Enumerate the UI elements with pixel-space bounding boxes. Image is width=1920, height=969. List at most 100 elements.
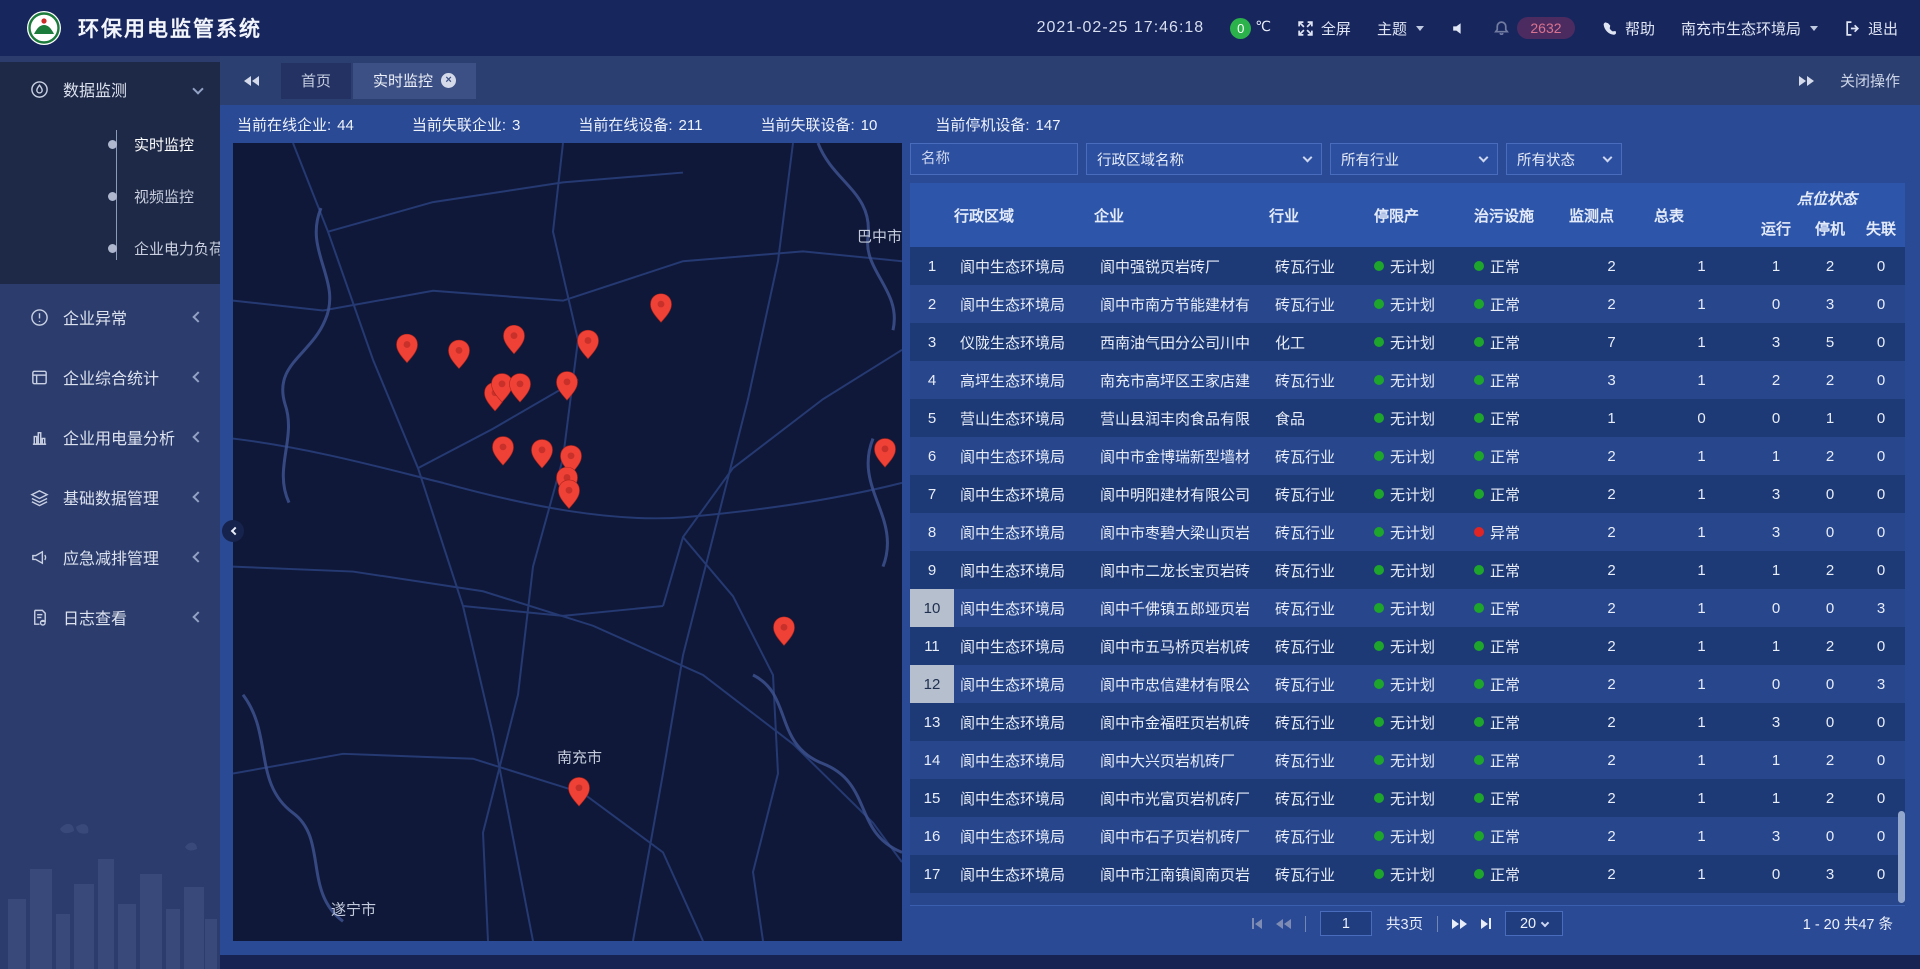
tab[interactable]: 首页 (281, 63, 351, 99)
stat-item: 当前失联设备:10 (760, 114, 877, 135)
status-dot-icon (1474, 869, 1484, 879)
org-dropdown[interactable]: 南充市生态环境局 (1681, 18, 1818, 39)
col-run: 运行 (1749, 209, 1803, 247)
notifications[interactable]: 2632 (1493, 17, 1575, 39)
page-number-input[interactable] (1320, 911, 1372, 936)
facility-status: 正常 (1474, 817, 1569, 855)
first-page-button[interactable] (1252, 918, 1262, 929)
sidebar-item[interactable]: 日志查看 (0, 590, 220, 644)
table-row[interactable]: 18 南部生态环境局 南部县砚化水泥有限公 建材加工 无计划 正常 5 0 0 … (910, 893, 1905, 905)
divider (1437, 916, 1438, 932)
speaker-button[interactable] (1450, 20, 1467, 37)
sidebar-item[interactable]: 企业用电量分析 (0, 410, 220, 464)
fullscreen-button[interactable]: 全屏 (1297, 18, 1351, 39)
theme-dropdown[interactable]: 主题 (1377, 18, 1424, 39)
table-row[interactable]: 7 阆中生态环境局 阆中明阳建材有限公司 砖瓦行业 无计划 正常 2 1 3 0… (910, 475, 1905, 513)
industry-select[interactable]: 所有行业 (1330, 143, 1498, 175)
status-dot-icon (1374, 831, 1384, 841)
col-index (910, 183, 954, 247)
table-row[interactable]: 15 阆中生态环境局 阆中市光富页岩机砖厂 砖瓦行业 无计划 正常 2 1 1 … (910, 779, 1905, 817)
table-row[interactable]: 17 阆中生态环境局 阆中市江南镇阆南页岩 砖瓦行业 无计划 正常 2 1 0 … (910, 855, 1905, 893)
table-row[interactable]: 9 阆中生态环境局 阆中市二龙长宝页岩砖 砖瓦行业 无计划 正常 2 1 1 2… (910, 551, 1905, 589)
row-number: 14 (910, 741, 954, 779)
row-number: 17 (910, 855, 954, 893)
table-row[interactable]: 8 阆中生态环境局 阆中市枣碧大梁山页岩 砖瓦行业 无计划 异常 2 1 3 0… (910, 513, 1905, 551)
facility-status: 正常 (1474, 665, 1569, 703)
first-page-icon (1255, 919, 1262, 929)
logout-button[interactable]: 退出 (1844, 18, 1898, 39)
row-number: 15 (910, 779, 954, 817)
temperature-unit: ℃ (1255, 18, 1271, 35)
table-row[interactable]: 3 仪陇生态环境局 西南油气田分公司川中 化工 无计划 正常 7 1 3 5 0 (910, 323, 1905, 361)
last-page-button[interactable] (1481, 918, 1491, 929)
sidebar-item[interactable]: 企业综合统计 (0, 350, 220, 404)
col-company: 企业 (1094, 183, 1269, 247)
row-number: 6 (910, 437, 954, 475)
halt-status: 无计划 (1374, 779, 1474, 817)
tabs-scroll-left-button[interactable] (244, 76, 259, 86)
halt-status: 无计划 (1374, 361, 1474, 399)
table-row[interactable]: 4 高坪生态环境局 南充市高坪区王家店建 砖瓦行业 无计划 正常 3 1 2 2… (910, 361, 1905, 399)
last-page-icon (1481, 919, 1488, 929)
table-row[interactable]: 1 阆中生态环境局 阆中强锐页岩砖厂 砖瓦行业 无计划 正常 2 1 1 2 0 (910, 247, 1905, 285)
table-row[interactable]: 10 阆中生态环境局 阆中千佛镇五郎垭页岩 砖瓦行业 无计划 正常 2 1 0 … (910, 589, 1905, 627)
status-dot-icon (1374, 565, 1384, 575)
facility-status: 正常 (1474, 855, 1569, 893)
status-dot-icon (1474, 603, 1484, 613)
status-select[interactable]: 所有状态 (1506, 143, 1622, 175)
table-row[interactable]: 16 阆中生态环境局 阆中市石子页岩机砖厂 砖瓦行业 无计划 正常 2 1 3 … (910, 817, 1905, 855)
facility-status: 正常 (1474, 361, 1569, 399)
sidebar-subitem[interactable]: 视频监控 (0, 170, 220, 222)
facility-status: 正常 (1474, 741, 1569, 779)
status-dot-icon (1474, 717, 1484, 727)
status-dot-icon (1474, 641, 1484, 651)
table-row[interactable]: 14 阆中生态环境局 阆中大兴页岩机砖厂 砖瓦行业 无计划 正常 2 1 1 2… (910, 741, 1905, 779)
help-button[interactable]: 帮助 (1601, 18, 1655, 39)
table-row[interactable]: 2 阆中生态环境局 阆中市南方节能建材有 砖瓦行业 无计划 正常 2 1 0 3… (910, 285, 1905, 323)
halt-status: 无计划 (1374, 437, 1474, 475)
tabs-scroll-right-button[interactable] (1799, 76, 1814, 86)
sidebar-item[interactable]: 应急减排管理 (0, 530, 220, 584)
facility-status: 正常 (1474, 893, 1569, 905)
map-panel[interactable]: 巴中市南充市遂宁市 (233, 143, 902, 941)
sidebar-item[interactable]: 数据监测 (0, 62, 220, 116)
sidebar-item[interactable]: 基础数据管理 (0, 470, 220, 524)
map-collapse-button[interactable] (222, 520, 244, 542)
status-summary-bar: 当前在线企业:44 当前失联企业:3 当前在线设备:211 当前失联设备:10 … (233, 105, 1905, 143)
tab[interactable]: 实时监控 × (353, 63, 476, 99)
sidebar-item[interactable]: 企业异常 (0, 290, 220, 344)
tab-close-icon[interactable]: × (441, 73, 456, 88)
status-dot-icon (1374, 755, 1384, 765)
record-range-label: 1 - 20 共47 条 (1803, 913, 1893, 934)
table-row[interactable]: 13 阆中生态环境局 阆中市金福旺页岩机砖 砖瓦行业 无计划 正常 2 1 3 … (910, 703, 1905, 741)
scrollbar-thumb[interactable] (1898, 811, 1905, 903)
page-size-select[interactable]: 20 (1505, 911, 1563, 936)
row-number: 7 (910, 475, 954, 513)
prev-page-button[interactable] (1276, 919, 1291, 929)
table-row[interactable]: 5 营山生态环境局 营山县润丰肉食品有限 食品 无计划 正常 1 0 0 1 0 (910, 399, 1905, 437)
sidebar-subitem[interactable]: 实时监控 (0, 118, 220, 170)
status-dot-icon (1374, 717, 1384, 727)
map-canvas[interactable]: 巴中市南充市遂宁市 (233, 143, 902, 941)
table-row[interactable]: 11 阆中生态环境局 阆中市五马桥页岩机砖 砖瓦行业 无计划 正常 2 1 1 … (910, 627, 1905, 665)
facility-status: 正常 (1474, 589, 1569, 627)
status-dot-icon (1474, 337, 1484, 347)
chevron-left-icon (230, 527, 238, 535)
city-skyline-decoration (0, 809, 220, 969)
row-number: 18 (910, 893, 954, 905)
region-select[interactable]: 行政区域名称 (1086, 143, 1322, 175)
sidebar-subitem[interactable]: 企业电力负荷明细 (0, 222, 220, 274)
table-row[interactable]: 6 阆中生态环境局 阆中市金博瑞新型墙材 砖瓦行业 无计划 正常 2 1 1 2… (910, 437, 1905, 475)
chevron-down-icon (1541, 918, 1549, 926)
facility-status: 正常 (1474, 779, 1569, 817)
name-search-input[interactable] (910, 143, 1078, 175)
divider (1305, 916, 1306, 932)
facility-status: 正常 (1474, 247, 1569, 285)
temperature: 0 ℃ (1230, 18, 1271, 39)
halt-status: 无计划 (1374, 741, 1474, 779)
main-content: 当前在线企业:44 当前失联企业:3 当前在线设备:211 当前失联设备:10 … (220, 105, 1920, 955)
next-page-button[interactable] (1452, 919, 1467, 929)
close-operations-button[interactable]: 关闭操作 (1840, 70, 1900, 91)
logout-icon (1844, 20, 1861, 37)
table-row[interactable]: 12 阆中生态环境局 阆中市忠信建材有限公 砖瓦行业 无计划 正常 2 1 0 … (910, 665, 1905, 703)
